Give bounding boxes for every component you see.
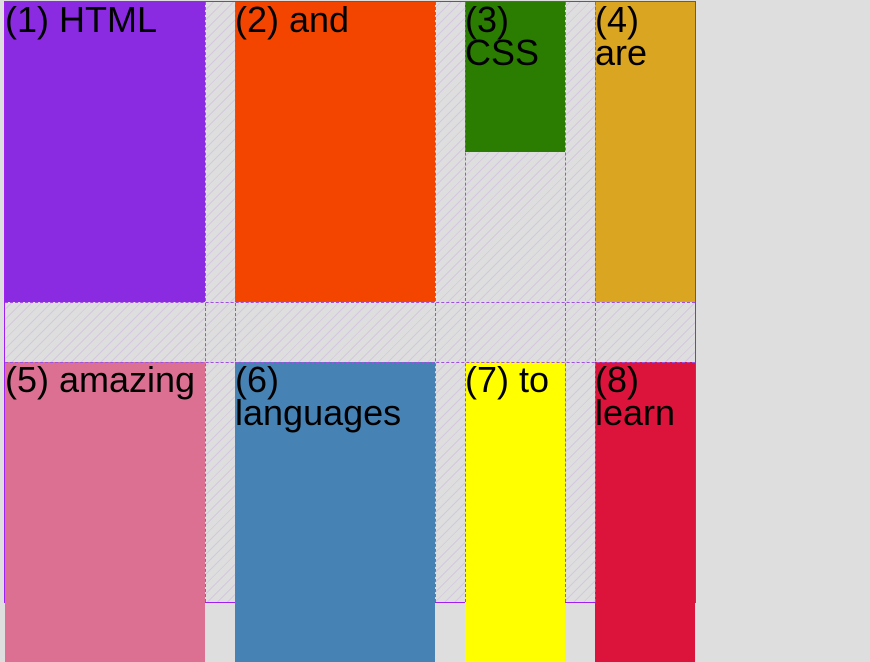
grid-item-5: (5) amazing [5, 362, 205, 662]
grid-item-6: (6) languages [235, 362, 435, 662]
grid-item-8: (8) learn [595, 362, 695, 662]
grid-container: (1) HTML (2) and (3) CSS (4) are (5) ama… [4, 1, 696, 662]
grid-item-3: (3) CSS [465, 2, 565, 152]
grid-item-2: (2) and [235, 2, 435, 302]
grid-item-7: (7) to [465, 362, 565, 662]
grid-item-4: (4) are [595, 2, 695, 302]
grid-item-1: (1) HTML [5, 2, 205, 302]
